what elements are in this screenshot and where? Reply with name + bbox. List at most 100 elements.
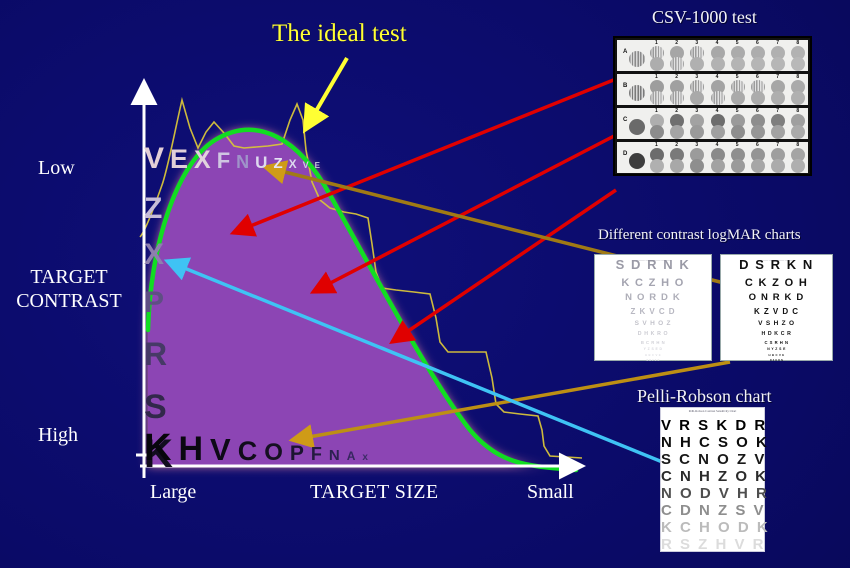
acuity-line: B C R H N [640, 339, 666, 345]
csv-patch [791, 159, 806, 173]
letter-cell: Z [273, 155, 283, 172]
csv-patch [670, 159, 685, 173]
csv-patch [710, 125, 725, 139]
letter-cell: V [302, 160, 309, 170]
csv-1000-chart: A12345678B12345678C12345678D12345678 [613, 36, 812, 176]
csv-patch-grid [649, 148, 813, 173]
acuity-line: C S R H N [764, 339, 789, 345]
csv-patch [730, 159, 745, 173]
letter-cell: A [346, 449, 356, 463]
csv-patch [690, 159, 705, 173]
axis-title-line1: TARGET [30, 266, 108, 288]
csv-row-c: C12345678 [617, 108, 808, 139]
csv-row-label: C [623, 117, 628, 123]
acuity-line: Y Z S E D [643, 347, 663, 352]
axis-label-high: High [38, 424, 78, 446]
axis-title-target-size: TARGET SIZE [310, 481, 439, 503]
acuity-line: C K Z O H [744, 276, 809, 289]
csv-reference-patch [629, 153, 645, 169]
acuity-line: N R Z K D [646, 359, 660, 362]
logmar-chart-high-contrast: ——— ————— ——— D S R K NC K Z O HO N R K D… [720, 254, 833, 362]
csv-patch [730, 57, 745, 71]
letter-cell: V [144, 142, 165, 175]
chart-header-strip: ——— ————— ——— [759, 258, 794, 262]
logmar-chart-low-contrast: ——— ————— ——— S D R N KK C Z H ON O R D K… [594, 254, 712, 362]
pelli-row: S C N O Z V [661, 451, 767, 468]
slide-canvas: VEXFNUZXVEZXPRSKKHVCOPFNAx Low High TARG… [0, 0, 850, 568]
letter-cell: F [216, 148, 231, 173]
letter-chart-bottom-row: KHVCOPFNAx [144, 427, 375, 470]
letter-cell: P [289, 442, 304, 465]
csv-patch [771, 125, 786, 139]
acuity-line: V S H Z O [758, 320, 795, 328]
acuity-line: N Y Z S E [767, 347, 786, 352]
letter-cell: C [237, 436, 258, 466]
acuity-line: N O R D K [625, 292, 681, 304]
csv-row-label: B [623, 83, 628, 89]
pelli-row: N H C S O K [661, 434, 769, 451]
letter-chart-top-row: VEXFNUZXVE [144, 142, 326, 176]
csv-patch [650, 91, 664, 105]
letter-cell: R [144, 336, 168, 372]
axis-label-low: Low [38, 157, 75, 179]
logmar-caption: Different contrast logMAR charts [598, 227, 801, 243]
csv-patch [791, 125, 806, 139]
pelli-row: R S Z H V R [661, 536, 766, 553]
pelli-header: Pelli-Robson Contrast Sensitivity Chart [688, 409, 737, 413]
csv-row-d: D12345678 [617, 142, 808, 173]
acuity-line: H D K C R [761, 330, 792, 337]
acuity-line: K Z V D C [753, 307, 800, 317]
pelli-robson-caption: Pelli-Robson chart [637, 386, 772, 406]
csv-patch [710, 57, 725, 71]
csv-patch [771, 57, 786, 71]
csv-patch [710, 159, 725, 173]
csv-patch [771, 159, 786, 173]
csv-patch-grid [649, 80, 813, 105]
letter-cell: O [264, 439, 283, 466]
axis-title-target-contrast: TARGET CONTRAST [6, 265, 132, 313]
csv-reference-patch [629, 119, 645, 135]
csv-patch [690, 91, 705, 105]
csv-row-label: D [623, 151, 628, 157]
csv-patch [771, 91, 786, 105]
letter-cell: E [170, 144, 189, 174]
letter-cell: P [144, 286, 165, 319]
csv-patch [791, 91, 806, 105]
csv-patch [650, 159, 664, 173]
csv-patch [670, 91, 685, 105]
csv-reference-patch [629, 51, 645, 67]
csv-patch [670, 57, 685, 71]
letter-cell: N [328, 447, 340, 464]
letter-cell: X [144, 238, 165, 271]
letter-cell: N [236, 152, 250, 172]
csv-row-b: B12345678 [617, 74, 808, 105]
acuity-line: Z K V C D [630, 307, 676, 317]
csv-reference-patch [629, 85, 645, 101]
ideal-test-annotation: The ideal test [272, 20, 407, 47]
acuity-line: S V H O Z [634, 320, 672, 328]
pelli-row: C N H Z O K [661, 468, 768, 485]
csv-patch [690, 57, 705, 71]
chart-header-strip: ——— ————— ——— [635, 258, 671, 262]
acuity-line: D H K R O [637, 330, 669, 337]
letter-cell: S [144, 388, 167, 426]
axis-title-line2: CONTRAST [16, 290, 122, 312]
letter-cell: E [314, 161, 320, 170]
letter-acuity-chart: VEXFNUZXVEZXPRSKKHVCOPFNAx [144, 140, 584, 476]
ideal-test-arrow [302, 56, 349, 134]
csv-row-a: A12345678 [617, 40, 808, 71]
letter-cell: K [144, 427, 172, 469]
pelli-row: C D N Z S V [661, 502, 766, 519]
pelli-row: V R S K D R [661, 417, 768, 434]
csv-row-label: A [623, 49, 628, 55]
letter-cell: Z [144, 192, 163, 225]
csv-patch [730, 125, 745, 139]
letter-cell: F [310, 444, 322, 464]
acuity-line: K C Z H O [621, 276, 685, 289]
letter-cell: X [194, 146, 211, 174]
letter-cell: H [178, 430, 204, 468]
csv-test-caption: CSV-1000 test [652, 7, 757, 27]
csv-patch [710, 91, 725, 105]
acuity-line: R Z K D N [769, 359, 784, 362]
axis-label-large: Large [150, 481, 197, 503]
